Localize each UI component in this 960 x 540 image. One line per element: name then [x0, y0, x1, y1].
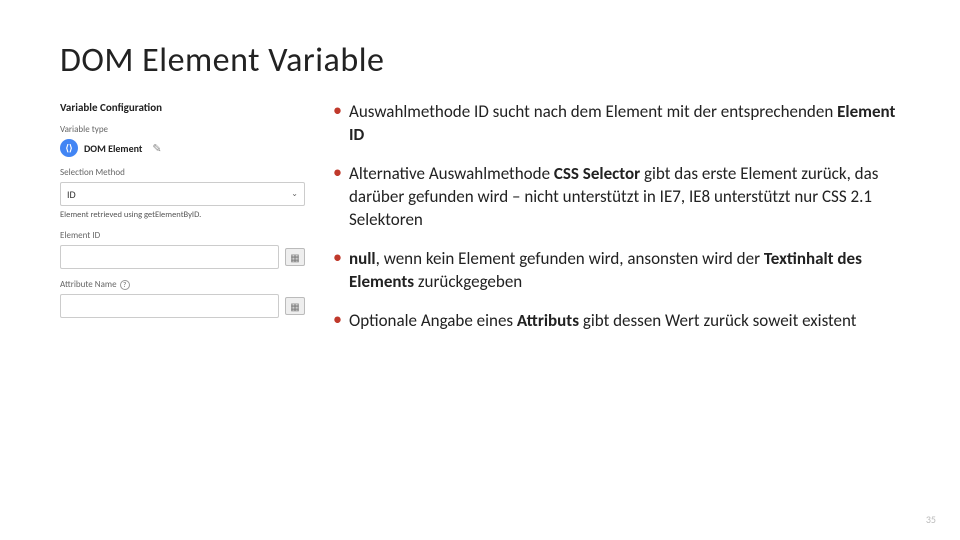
- config-panel: Variable Configuration Variable type ⟨⟩ …: [60, 101, 305, 349]
- attribute-name-input[interactable]: [60, 294, 279, 318]
- code-icon: ⟨⟩: [60, 139, 78, 157]
- selection-method-select[interactable]: ID ⌄: [60, 182, 305, 206]
- list-item: Optionale Angabe eines Attributs gibt de…: [333, 310, 900, 333]
- element-id-label: Element ID: [60, 230, 305, 241]
- panel-heading: Variable Configuration: [60, 101, 305, 114]
- selection-method-value: ID: [67, 188, 76, 201]
- variable-picker-icon[interactable]: ▦: [285, 297, 305, 315]
- list-item: Auswahlmethode ID sucht nach dem Element…: [333, 101, 900, 147]
- variable-picker-icon[interactable]: ▦: [285, 248, 305, 266]
- help-icon[interactable]: ?: [120, 280, 130, 290]
- edit-icon[interactable]: ✎: [152, 142, 161, 155]
- list-item: Alternative Auswahlmethode CSS Selector …: [333, 163, 900, 232]
- variable-type-value: DOM Element: [84, 142, 142, 155]
- page-number: 35: [926, 513, 936, 526]
- variable-type-label: Variable type: [60, 124, 305, 135]
- element-id-input[interactable]: [60, 245, 279, 269]
- chevron-down-icon: ⌄: [291, 189, 298, 199]
- slide-title: DOM Element Variable: [60, 40, 900, 81]
- list-item: null, wenn kein Element gefunden wird, a…: [333, 248, 900, 294]
- selection-method-label: Selection Method: [60, 167, 305, 178]
- bullet-list: Auswahlmethode ID sucht nach dem Element…: [333, 101, 900, 349]
- selection-helper-text: Element retrieved using getElementByID.: [60, 210, 305, 220]
- attribute-name-label: Attribute Name?: [60, 279, 305, 290]
